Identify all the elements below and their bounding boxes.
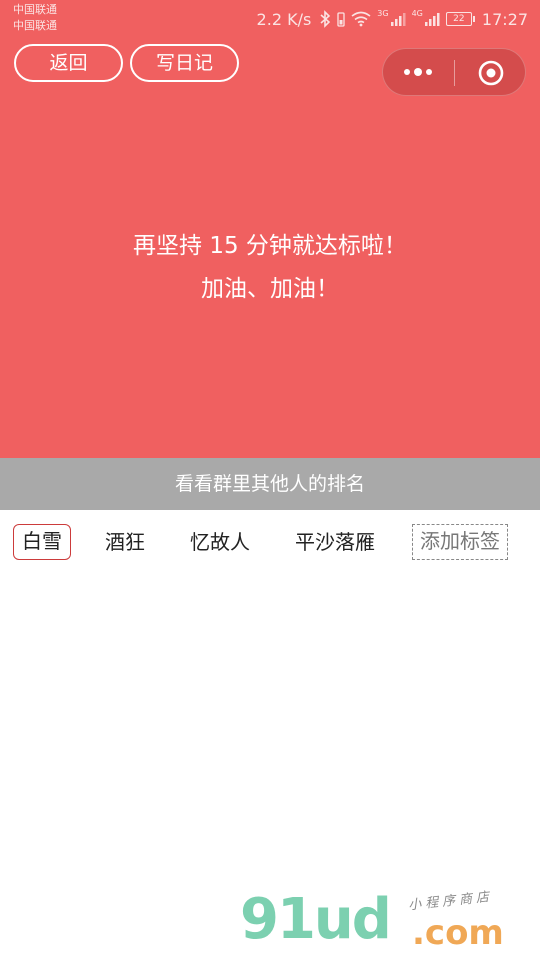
status-bar-right: 2.2 K/s 3G 4G 22 17:27 [257, 8, 528, 30]
capsule-divider [454, 60, 455, 86]
network-speed: 2.2 K/s [256, 9, 312, 29]
close-target-icon[interactable] [478, 60, 504, 86]
watermark: 91ud 小程序商店 .com [240, 886, 530, 956]
mini-program-capsule [382, 48, 526, 96]
watermark-subtitle: 小程序商店 [407, 889, 494, 914]
back-button[interactable]: 返回 [14, 44, 123, 82]
network-type-tag-2: 4G [411, 8, 423, 18]
battery-icon: 22 [445, 12, 475, 26]
signal-icon [390, 13, 406, 26]
add-tag-button[interactable]: 添加标签 [412, 524, 508, 560]
watermark-logo: 91ud [240, 887, 392, 952]
more-dots-icon[interactable] [403, 66, 433, 78]
encouragement-line-2: 加油、加油！ [201, 276, 339, 302]
tag-item-active[interactable]: 白雪 [13, 524, 71, 560]
status-time: 17:27 [481, 9, 528, 29]
carrier-label-1: 中国联通 [13, 3, 57, 16]
tag-list: 白雪 酒狂 忆故人 平沙落雁 添加标签 [0, 524, 540, 560]
encouragement-line-1: 再坚持 15 分钟就达标啦！ [133, 233, 407, 259]
group-ranking-button[interactable]: 看看群里其他人的排名 [0, 458, 540, 510]
hero-panel: 中国联通 中国联通 2.2 K/s 3G 4G 22 17:27 返回 写日记 … [0, 0, 540, 458]
signal-icon-2 [424, 13, 440, 26]
carrier-label-2: 中国联通 [13, 19, 57, 32]
watermark-domain: .com [412, 913, 504, 953]
tag-item[interactable]: 酒狂 [105, 524, 145, 560]
network-type-tag-1: 3G [377, 8, 389, 18]
wifi-icon [351, 11, 371, 27]
tag-item[interactable]: 忆故人 [190, 524, 250, 560]
write-diary-button[interactable]: 写日记 [130, 44, 239, 82]
bluetooth-icon [320, 10, 331, 28]
tag-item[interactable]: 平沙落雁 [295, 524, 375, 560]
battery-saver-icon [337, 12, 345, 27]
